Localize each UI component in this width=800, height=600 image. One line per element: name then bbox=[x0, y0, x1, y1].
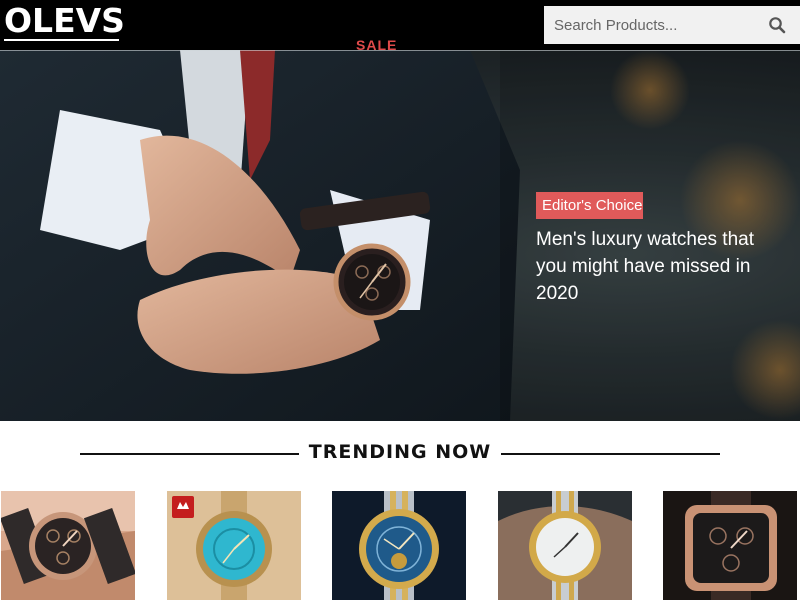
product-image bbox=[167, 491, 301, 600]
editors-choice-badge[interactable]: Editor's Choice bbox=[536, 192, 643, 219]
product-image bbox=[1, 491, 135, 600]
nav-sale-link[interactable]: SALE bbox=[356, 37, 397, 53]
hero-divider bbox=[0, 50, 800, 51]
search-bar bbox=[544, 6, 800, 44]
product-card-2[interactable] bbox=[167, 491, 301, 600]
search-input[interactable] bbox=[544, 6, 754, 44]
top-header: OLEVS bbox=[0, 0, 800, 50]
product-image bbox=[498, 491, 632, 600]
brand-logo[interactable]: OLEVS bbox=[4, 3, 125, 39]
trending-left-rule bbox=[80, 453, 299, 455]
product-card-5[interactable] bbox=[663, 491, 797, 600]
search-icon[interactable] bbox=[768, 16, 786, 34]
product-image bbox=[332, 491, 466, 600]
trending-title: TRENDING NOW bbox=[308, 441, 492, 463]
hero-headline[interactable]: Men's luxury watches that you might have… bbox=[536, 226, 776, 307]
product-card-3[interactable] bbox=[332, 491, 466, 600]
trending-right-rule bbox=[501, 453, 720, 455]
product-image bbox=[663, 491, 797, 600]
product-card-4[interactable] bbox=[498, 491, 632, 600]
product-card-1[interactable] bbox=[1, 491, 135, 600]
logo-underline bbox=[4, 39, 119, 41]
